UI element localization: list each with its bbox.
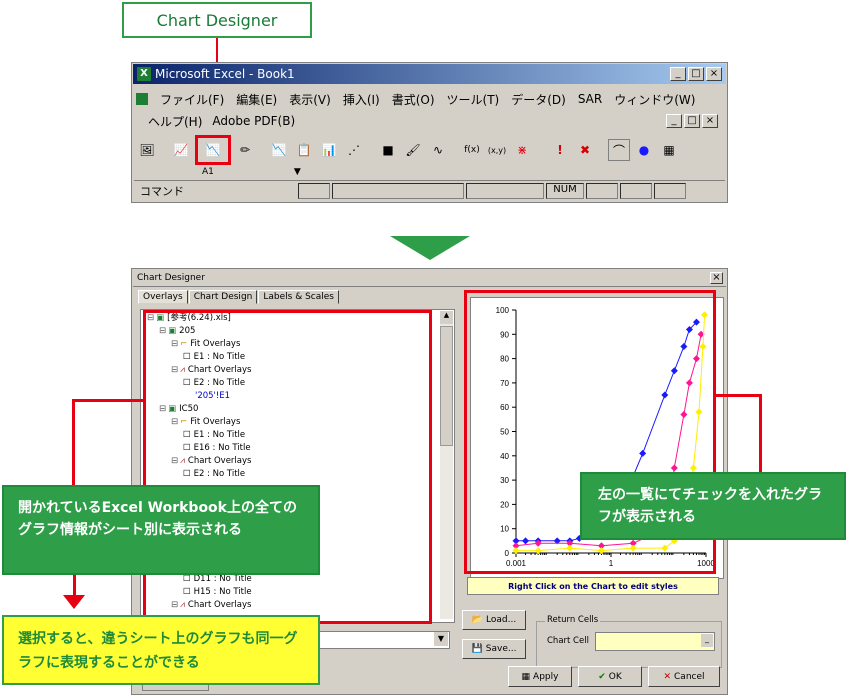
chart-designer-callout: Chart Designer [122,2,312,38]
excel-logo-icon: X [137,67,151,81]
namebox-row: A1 ▼ [136,165,726,179]
chart-view-icon[interactable]: 🖼 [136,139,158,161]
chart-cell-label: Chart Cell [547,636,589,646]
tab-overlays[interactable]: Overlays [138,290,188,304]
down-arrow-icon [390,236,470,260]
dialog-close-button[interactable]: × [710,272,723,284]
excel-titlebar: X Microsoft Excel - Book1 _ □ × [133,64,726,84]
tab-chart-design[interactable]: Chart Design [188,290,258,304]
line-chart-icon[interactable]: 📉 [268,139,290,161]
left-note-text: 開かれているExcel Workbook上の全てのグラフ情報がシート別に表示され… [18,500,297,538]
scatter-chart-icon[interactable]: ⋰ [343,139,365,161]
right-note-text: 左の一覧にてチェックを入れたグラフが表示される [598,487,822,525]
apply-icon: ▦ [521,671,531,682]
menu-edit[interactable]: 編集(E) [236,91,277,108]
namebox-dropdown-icon[interactable]: ▼ [294,167,301,177]
load-icon: 📂 [471,615,484,625]
doc-close-button[interactable]: × [702,114,718,128]
chart-hint-bar: Right Click on the Chart to edit styles [467,577,719,595]
menu-data[interactable]: データ(D) [511,91,566,108]
error-bars-icon[interactable]: ⋇ [511,139,533,161]
right-note: 左の一覧にてチェックを入れたグラフが表示される [580,472,846,540]
tree-scrollbar[interactable]: ▲ [440,311,453,619]
menu-help[interactable]: ヘルプ(H) [148,113,202,130]
save-label: Save... [485,644,517,654]
ok-button[interactable]: ✔ OK [578,666,642,687]
ok-check-icon: ✔ [598,671,606,682]
excel-statusbar: コマンド NUM [134,180,725,201]
apply-button[interactable]: ▦ Apply [508,666,572,687]
bottom-note: 選択すると、違うシート上のグラフも同一グラフに表現することができる [2,615,320,685]
minimize-button[interactable]: _ [670,67,686,81]
dropdown-arrow-icon[interactable]: ▼ [434,632,448,646]
left-connector-v [72,399,75,485]
menu-view[interactable]: 表示(V) [289,91,331,108]
menu-format[interactable]: 書式(O) [392,91,435,108]
namebox[interactable]: A1 [202,167,214,177]
chart-hint-text: Right Click on the Chart to edit styles [508,581,678,591]
excel-window: X Microsoft Excel - Book1 _ □ × ファイル(F) … [131,62,728,203]
excel-window-title: Microsoft Excel - Book1 [155,67,295,81]
doc-restore-button[interactable]: □ [684,114,700,128]
left-note: 開かれているExcel Workbook上の全てのグラフ情報がシート別に表示され… [2,485,320,575]
status-text: コマンド [140,185,184,198]
fx-icon[interactable]: f(x) [461,139,483,161]
load-label: Load... [486,615,517,625]
xy-icon[interactable]: (x,y) [486,139,508,161]
close-button[interactable]: × [706,67,722,81]
status-num: NUM [546,183,584,199]
save-icon: 💾 [471,644,483,654]
dark-chart-icon[interactable]: ■ [377,139,399,161]
scroll-up-icon[interactable]: ▲ [440,311,453,324]
excel-toolbar: 🖼 📈 📉 ✏ 📉 📋 📊 ⋰ ■ 🖌 ∿ f(x) (x,y) ⋇ ! ✖ ⌒… [136,135,726,165]
workbook-icon [136,93,148,105]
menu-window[interactable]: ウィンドウ(W) [614,91,695,108]
grid-chart-icon[interactable]: ▦ [658,139,680,161]
tree-highlight-box [143,310,432,624]
area-chart-icon[interactable]: 📊 [318,139,340,161]
scroll-thumb[interactable] [440,326,453,446]
curve-icon[interactable]: ∿ [427,139,449,161]
cancel-label: Cancel [674,671,705,682]
bottom-note-text: 選択すると、違うシート上のグラフも同一グラフに表現することができる [18,631,298,671]
fit-curve-icon[interactable]: ⌒ [608,139,630,161]
delete-icon[interactable]: ✖ [574,139,596,161]
menu-adobe-pdf[interactable]: Adobe PDF(B) [212,114,295,128]
left-connector-h [72,399,144,402]
down-red-arrow-icon [63,595,85,609]
excel-menubar-row2: ヘルプ(H) Adobe PDF(B) _ □ × [148,112,718,130]
cancel-button[interactable]: ✕ Cancel [648,666,720,687]
chart-cell-input[interactable]: _ [595,632,715,651]
chart-designer-icon[interactable]: 📉 [195,135,231,165]
excel-menubar-row1: ファイル(F) 編集(E) 表示(V) 挿入(I) 書式(O) ツール(T) デ… [136,89,726,109]
right-connector-h [714,394,762,397]
chart-designer-callout-label: Chart Designer [156,10,278,30]
load-button[interactable]: 📂 Load... [462,610,526,630]
alert-icon[interactable]: ! [549,139,571,161]
globe-icon[interactable]: ● [633,139,655,161]
tab-bar: Overlays Chart Design Labels & Scales [138,290,339,304]
chart-edit-icon[interactable]: ✏ [234,139,256,161]
right-connector-v [759,394,762,474]
menu-tools[interactable]: ツール(T) [447,91,500,108]
copy-chart-icon[interactable]: 📋 [293,139,315,161]
cancel-x-icon: ✕ [663,671,672,682]
return-cells-label: Return Cells [545,615,601,625]
brush-icon[interactable]: 🖌 [402,139,424,161]
doc-minimize-button[interactable]: _ [666,114,682,128]
dialog-titlebar: Chart Designer × [133,270,726,287]
cell-picker-icon[interactable]: _ [701,634,713,647]
save-button[interactable]: 💾 Save... [462,639,526,659]
return-cells-group: Return Cells Chart Cell _ [536,615,722,668]
down-red-line [73,575,76,595]
dialog-title: Chart Designer [137,273,205,283]
menu-file[interactable]: ファイル(F) [160,91,224,108]
menu-sar[interactable]: SAR [578,92,602,106]
menu-insert[interactable]: 挿入(I) [343,91,380,108]
maximize-button[interactable]: □ [688,67,704,81]
apply-label: Apply [533,671,559,682]
ok-label: OK [608,671,622,682]
tab-labels-scales[interactable]: Labels & Scales [258,290,339,304]
chart-wizard-icon[interactable]: 📈 [170,139,192,161]
